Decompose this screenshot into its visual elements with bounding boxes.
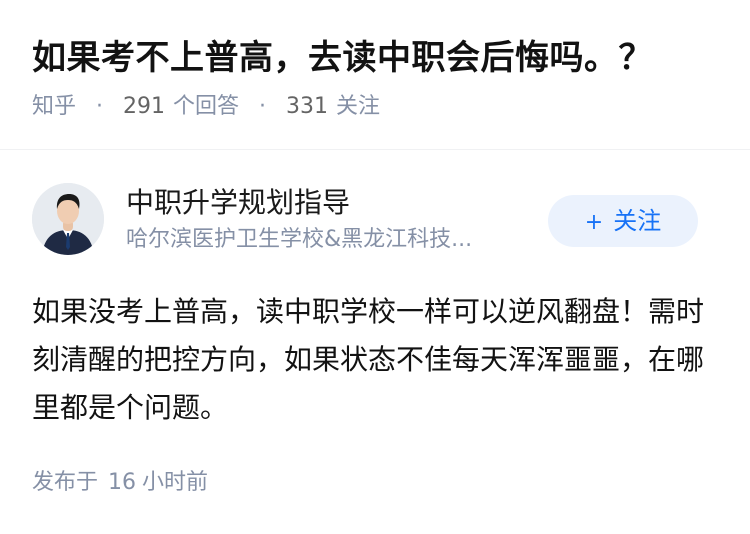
author-card: 中职升学规划指导 哈尔滨医护卫生学校&黑龙江科技... + 关注: [32, 183, 698, 261]
separator-dot: ·: [96, 94, 104, 119]
answer-count-link[interactable]: 291 个回答: [123, 94, 246, 119]
plus-icon: +: [584, 210, 604, 235]
avatar[interactable]: [32, 183, 104, 255]
follower-count-label: 关注: [336, 94, 381, 119]
question-header: 如果考不上普高，去读中职会后悔吗。？ 知乎 · 291 个回答 · 331 关注: [0, 0, 750, 150]
follow-button-label: 关注: [613, 207, 662, 235]
answer-page: 如果考不上普高，去读中职会后悔吗。？ 知乎 · 291 个回答 · 331 关注: [0, 0, 750, 534]
answer-count: 291: [123, 94, 166, 119]
answer-content[interactable]: 如果没考上普高，读中职学校一样可以逆风翻盘！需时刻清醒的把控方向，如果状态不佳每…: [32, 288, 710, 432]
source-label[interactable]: 知乎: [32, 94, 76, 119]
publish-time-number: 16: [108, 470, 137, 495]
follower-count-link[interactable]: 331 关注: [286, 94, 380, 119]
answer-count-label: 个回答: [173, 94, 240, 119]
question-meta: 知乎 · 291 个回答 · 331 关注: [32, 92, 718, 122]
author-info: 中职升学规划指导 哈尔滨医护卫生学校&黑龙江科技...: [126, 183, 546, 255]
separator-dot: ·: [259, 94, 267, 119]
author-name[interactable]: 中职升学规划指导: [126, 183, 546, 223]
follower-count: 331: [286, 94, 329, 119]
author-bio: 哈尔滨医护卫生学校&黑龙江科技...: [126, 227, 473, 252]
person-avatar-icon: [32, 183, 104, 255]
publish-time-unit: 小时前: [142, 470, 209, 495]
publish-prefix: 发布于: [32, 470, 99, 495]
follow-button[interactable]: + 关注: [548, 195, 698, 247]
answer-publish-time: 发布于 16 小时前: [32, 468, 208, 498]
question-title[interactable]: 如果考不上普高，去读中职会后悔吗。？: [32, 32, 718, 84]
